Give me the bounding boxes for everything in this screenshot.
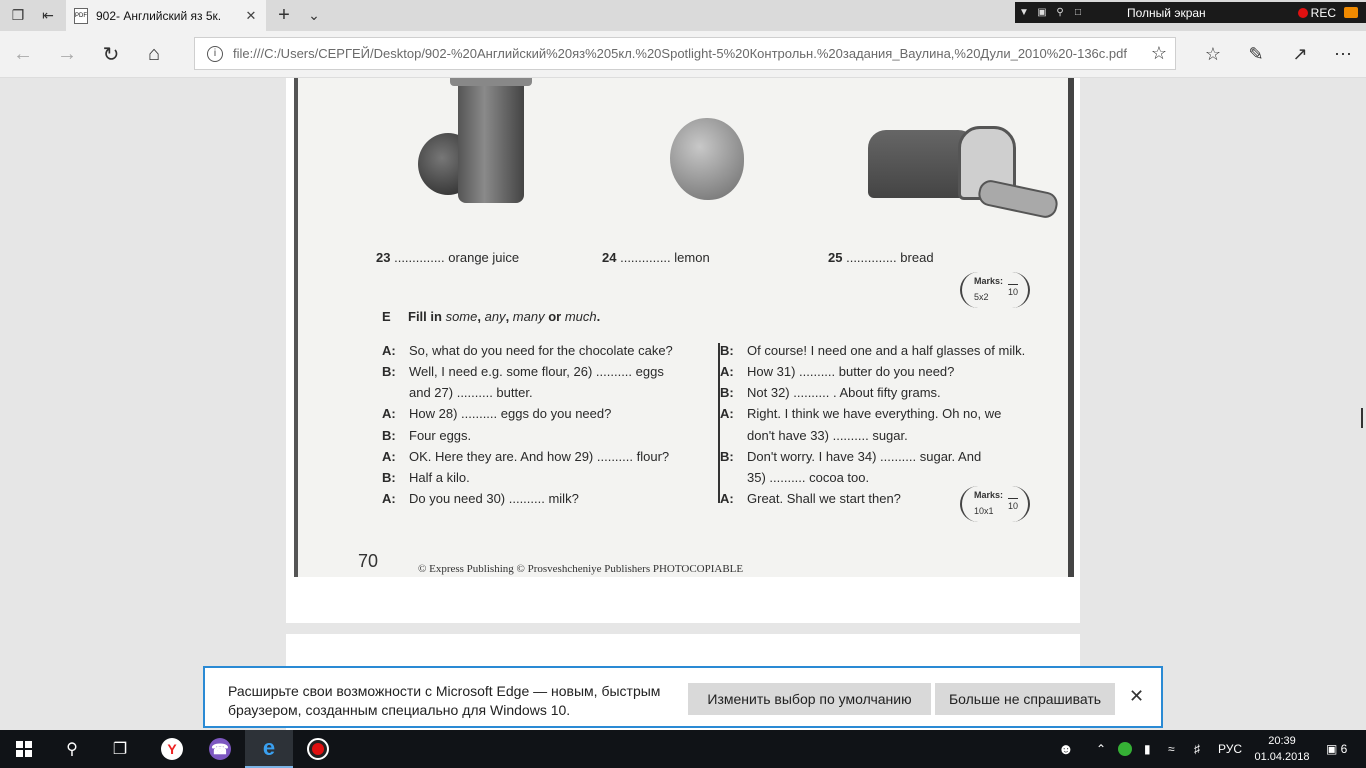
home-button[interactable]: ⌂ — [139, 39, 169, 69]
item-24: 24 .............. lemon — [602, 250, 710, 265]
scrollbar-indicator[interactable] — [1361, 408, 1363, 428]
scanned-worksheet: 23 .............. orange juice 24 ......… — [294, 78, 1074, 577]
dropdown-icon[interactable]: ▼ — [1015, 7, 1033, 18]
copyright-line: © Express Publishing © Prosveshcheniye P… — [418, 563, 744, 575]
address-toolbar: ← → ↻ ⌂ i file:///C:/Users/СЕРГЕЙ/Deskto… — [0, 31, 1366, 78]
favorites-hub-icon[interactable]: ☆ — [1198, 39, 1228, 69]
show-hidden-icons-chevron-icon[interactable]: ⌃ — [1096, 730, 1106, 768]
network-icon[interactable]: ≈ — [1168, 730, 1175, 768]
notification-message: Расширьте свои возможности с Microsoft E… — [228, 683, 661, 718]
task-view-icon[interactable]: ❐ — [96, 730, 144, 768]
pdf-page: 23 .............. orange juice 24 ......… — [286, 78, 1080, 623]
taskbar: ⚲ ❐ Y ☎ e ☻ ⌃ ▮ ≈ ♯ РУС 20:39 01.04.2018… — [0, 730, 1366, 768]
clock-time: 20:39 — [1268, 735, 1296, 747]
item-25: 25 .............. bread — [828, 250, 934, 265]
back-button[interactable]: ← — [8, 39, 38, 69]
forward-button[interactable]: → — [52, 39, 82, 69]
camera-icon[interactable] — [1344, 7, 1358, 18]
recorder-app-icon[interactable] — [294, 730, 342, 768]
people-icon[interactable]: ☻ — [1058, 730, 1074, 768]
fullscreen-label[interactable]: Полный экран — [1127, 6, 1298, 20]
notifications-count: 6 — [1340, 742, 1348, 756]
close-tab-icon[interactable]: ✕ — [242, 8, 260, 24]
region-icon[interactable]: □ — [1069, 7, 1087, 18]
language-indicator[interactable]: РУС — [1218, 730, 1242, 768]
dont-ask-button[interactable]: Больше не спрашивать — [935, 683, 1115, 715]
recorder-toolbar: ▼ ▣ ⚲ □ Полный экран REC — [1015, 2, 1366, 23]
battery-icon[interactable]: ▮ — [1144, 730, 1151, 768]
record-dot-icon[interactable] — [1297, 7, 1308, 18]
window-icon[interactable]: ▣ — [1033, 7, 1051, 18]
viber-icon[interactable]: ☎ — [196, 730, 244, 768]
close-notification-icon[interactable]: ✕ — [1129, 686, 1144, 707]
clock[interactable]: 20:39 01.04.2018 — [1250, 733, 1314, 765]
edge-icon[interactable]: e — [245, 730, 293, 768]
set-aside-tabs-icon[interactable]: ⇤ — [36, 4, 60, 26]
lemon-illustration — [670, 118, 744, 200]
tray-app-icon[interactable] — [1118, 730, 1132, 768]
more-menu-icon[interactable]: ⋯ — [1328, 39, 1358, 69]
url-text[interactable]: file:///C:/Users/СЕРГЕЙ/Desktop/902-%20А… — [233, 46, 1143, 61]
clock-date: 01.04.2018 — [1254, 751, 1310, 763]
section-letter: E — [382, 309, 391, 324]
marks-box-2: Marks: 10x1 10 — [960, 486, 1030, 522]
marks-box-1: Marks: 5x2 10 — [960, 272, 1030, 308]
action-center-icon[interactable]: ▣ 6 — [1326, 730, 1347, 768]
web-note-icon[interactable]: ✎ — [1241, 39, 1271, 69]
refresh-button[interactable]: ↻ — [96, 39, 126, 69]
juice-glass-illustration — [450, 78, 532, 203]
pdf-icon: PDF — [74, 7, 88, 24]
address-bar[interactable]: i file:///C:/Users/СЕРГЕЙ/Desktop/902-%2… — [194, 37, 1176, 70]
pdf-viewer[interactable]: 23 .............. orange juice 24 ......… — [0, 78, 1366, 730]
rec-label[interactable]: REC — [1311, 6, 1336, 20]
tab-active[interactable]: PDF 902- Английский яз 5к. ✕ — [66, 0, 266, 31]
page-number: 70 — [358, 551, 379, 571]
tab-preview-chevron-icon[interactable]: ⌄ — [302, 4, 326, 26]
share-icon[interactable]: ↗ — [1285, 39, 1315, 69]
tab-title: 902- Английский яз 5к. — [96, 8, 222, 23]
zoom-icon[interactable]: ⚲ — [1051, 7, 1069, 18]
bread-slice-illustration — [976, 177, 1060, 221]
section-title: Fill in some, any, many or much. — [408, 309, 601, 324]
info-icon[interactable]: i — [207, 45, 223, 62]
yandex-browser-icon[interactable]: Y — [148, 730, 196, 768]
start-button[interactable] — [0, 730, 48, 768]
new-tab-icon[interactable]: + — [272, 4, 296, 26]
edge-default-notification: Расширьте свои возможности с Microsoft E… — [203, 666, 1163, 728]
search-icon[interactable]: ⚲ — [48, 730, 96, 768]
tab-manager-icon[interactable]: ❐ — [6, 4, 30, 26]
favorite-star-icon[interactable]: ☆ — [1143, 43, 1175, 64]
change-default-button[interactable]: Изменить выбор по умолчанию — [688, 683, 931, 715]
item-23: 23 .............. orange juice — [376, 250, 520, 265]
volume-icon[interactable]: ♯ — [1194, 730, 1200, 768]
